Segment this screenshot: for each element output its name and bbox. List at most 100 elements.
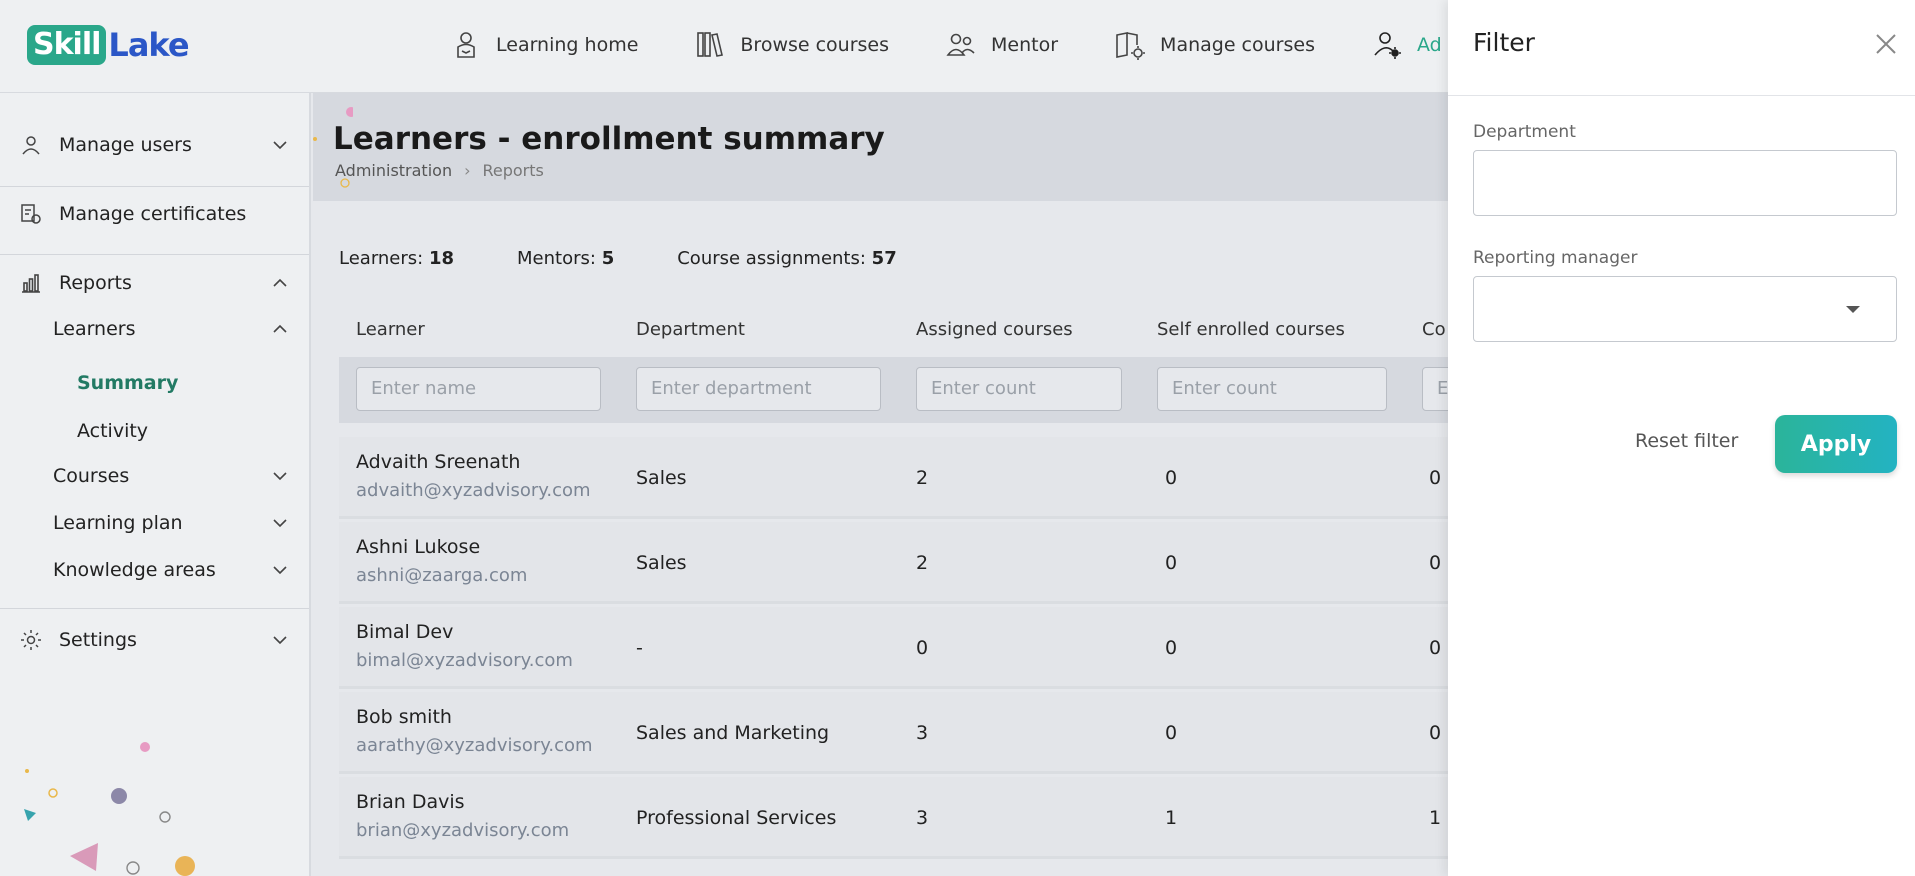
nav-mentor-label: Mentor bbox=[991, 34, 1059, 56]
chevron-down-icon[interactable] bbox=[271, 467, 289, 485]
breadcrumb: Administration › Reports bbox=[335, 161, 544, 180]
sidebar-item-courses[interactable]: Courses bbox=[0, 465, 309, 487]
stat-course-assignments: Course assignments: 57 bbox=[677, 248, 897, 269]
chevron-down-icon[interactable] bbox=[271, 631, 289, 649]
learner-email: aarathy@xyzadvisory.com bbox=[356, 735, 593, 756]
department-filter-input[interactable]: Enter department bbox=[636, 367, 881, 411]
sidebar-item-label: Learning plan bbox=[53, 512, 183, 534]
column-header-learner[interactable]: Learner bbox=[356, 319, 425, 340]
department-cell: Sales bbox=[636, 467, 687, 489]
dropdown-arrow-icon bbox=[1846, 306, 1860, 313]
sidebar: Manage users Manage certificates Reports… bbox=[0, 93, 311, 876]
admin-icon bbox=[1374, 32, 1401, 59]
completed-cell: 0 bbox=[1429, 722, 1442, 744]
filter-drawer: Filter Department Reporting manager Rese… bbox=[1448, 0, 1915, 876]
breadcrumb-item: Reports bbox=[482, 161, 544, 180]
sidebar-item-label: Manage certificates bbox=[59, 203, 247, 225]
sidebar-divider bbox=[0, 254, 309, 255]
nav-learning-home[interactable]: Learning home bbox=[450, 29, 638, 61]
gear-icon bbox=[21, 630, 41, 650]
breadcrumb-item[interactable]: Administration bbox=[335, 161, 452, 180]
sidebar-item-label: Learners bbox=[53, 318, 136, 340]
skilllake-logo[interactable]: Skill Lake bbox=[27, 24, 190, 66]
sidebar-item-reports[interactable]: Reports bbox=[0, 271, 309, 295]
sidebar-item-label: Settings bbox=[59, 629, 137, 651]
self-enrolled-count-filter-input[interactable]: Enter count bbox=[1157, 367, 1387, 411]
assigned-cell: 2 bbox=[916, 552, 929, 574]
nav-admin[interactable]: Ad bbox=[1371, 29, 1442, 61]
logo-part-lake: Lake bbox=[108, 26, 189, 64]
sidebar-item-summary[interactable]: Summary bbox=[77, 372, 178, 394]
apply-button[interactable]: Apply bbox=[1775, 415, 1897, 473]
stat-value: 18 bbox=[428, 248, 455, 269]
certificate-settings-icon bbox=[21, 204, 41, 224]
drawer-divider bbox=[1448, 95, 1915, 96]
close-icon[interactable] bbox=[1874, 32, 1898, 56]
learner-name: Advaith Sreenath bbox=[356, 451, 521, 473]
manage-courses-icon bbox=[1116, 32, 1146, 60]
name-filter-input[interactable]: Enter name bbox=[356, 367, 601, 411]
learner-email: ashni@zaarga.com bbox=[356, 565, 528, 586]
reports-chart-icon bbox=[22, 274, 40, 293]
self-enrolled-cell: 0 bbox=[1165, 552, 1178, 574]
chevron-up-icon[interactable] bbox=[271, 274, 289, 292]
column-header-department[interactable]: Department bbox=[636, 319, 745, 340]
books-icon bbox=[697, 32, 724, 57]
sidebar-item-label: Courses bbox=[53, 465, 130, 487]
nav-manage-courses[interactable]: Manage courses bbox=[1114, 29, 1315, 61]
assigned-cell: 3 bbox=[916, 807, 929, 829]
nav-browse-courses[interactable]: Browse courses bbox=[694, 29, 889, 61]
reporting-manager-select[interactable] bbox=[1473, 276, 1897, 342]
assigned-count-filter-input[interactable]: Enter count bbox=[916, 367, 1122, 411]
assigned-cell: 3 bbox=[916, 722, 929, 744]
breadcrumb-separator-icon: › bbox=[464, 161, 471, 180]
nav-admin-label: Ad bbox=[1416, 34, 1442, 56]
logo-part-skill: Skill bbox=[27, 25, 107, 65]
sidebar-item-activity[interactable]: Activity bbox=[77, 420, 148, 442]
sidebar-item-label: Reports bbox=[59, 272, 132, 294]
stat-value: 57 bbox=[871, 248, 897, 269]
self-enrolled-cell: 0 bbox=[1165, 637, 1178, 659]
sidebar-item-manage-users[interactable]: Manage users bbox=[0, 133, 309, 157]
chevron-down-icon[interactable] bbox=[271, 514, 289, 532]
column-header-completed[interactable]: Co bbox=[1422, 319, 1446, 340]
learner-email: brian@xyzadvisory.com bbox=[356, 820, 570, 841]
sidebar-divider bbox=[0, 608, 309, 609]
department-field[interactable] bbox=[1473, 150, 1897, 216]
filter-title: Filter bbox=[1473, 28, 1535, 57]
chevron-up-icon[interactable] bbox=[271, 320, 289, 338]
completed-cell: 1 bbox=[1429, 807, 1442, 829]
chevron-down-icon[interactable] bbox=[271, 561, 289, 579]
sidebar-item-manage-certificates[interactable]: Manage certificates bbox=[0, 202, 309, 226]
stat-value: 5 bbox=[601, 248, 615, 269]
reset-filter-button[interactable]: Reset filter bbox=[1635, 430, 1738, 452]
learner-name: Brian Davis bbox=[356, 791, 465, 813]
nav-browse-courses-label: Browse courses bbox=[740, 34, 890, 56]
summary-stats: Learners: 18 Mentors: 5 Course assignmen… bbox=[339, 248, 960, 269]
self-enrolled-cell: 1 bbox=[1165, 807, 1178, 829]
sidebar-item-learning-plan[interactable]: Learning plan bbox=[0, 512, 309, 534]
learner-email: advaith@xyzadvisory.com bbox=[356, 480, 591, 501]
user-icon bbox=[22, 136, 40, 155]
stat-mentors: Mentors: 5 bbox=[517, 248, 614, 269]
nav-mentor[interactable]: Mentor bbox=[945, 29, 1058, 61]
sidebar-item-learners[interactable]: Learners bbox=[0, 318, 309, 340]
column-header-assigned-courses[interactable]: Assigned courses bbox=[916, 319, 1073, 340]
learner-icon bbox=[457, 32, 475, 58]
sidebar-item-label: Knowledge areas bbox=[53, 559, 216, 581]
column-header-self-enrolled-courses[interactable]: Self enrolled courses bbox=[1157, 319, 1345, 340]
completed-cell: 0 bbox=[1429, 637, 1442, 659]
stat-label: Course assignments: bbox=[677, 248, 866, 269]
stat-label: Learners: bbox=[339, 248, 424, 269]
learner-name: Bob smith bbox=[356, 706, 452, 728]
sidebar-item-label: Manage users bbox=[59, 134, 192, 156]
chevron-down-icon[interactable] bbox=[271, 136, 289, 154]
sidebar-item-knowledge-areas[interactable]: Knowledge areas bbox=[0, 559, 309, 581]
stat-learners: Learners: 18 bbox=[339, 248, 454, 269]
reporting-manager-label: Reporting manager bbox=[1473, 248, 1638, 268]
self-enrolled-cell: 0 bbox=[1165, 467, 1178, 489]
sidebar-item-settings[interactable]: Settings bbox=[0, 628, 309, 652]
decorative-shapes bbox=[24, 742, 195, 876]
department-cell: Professional Services bbox=[636, 807, 837, 829]
page-title: Learners - enrollment summary bbox=[333, 121, 885, 157]
